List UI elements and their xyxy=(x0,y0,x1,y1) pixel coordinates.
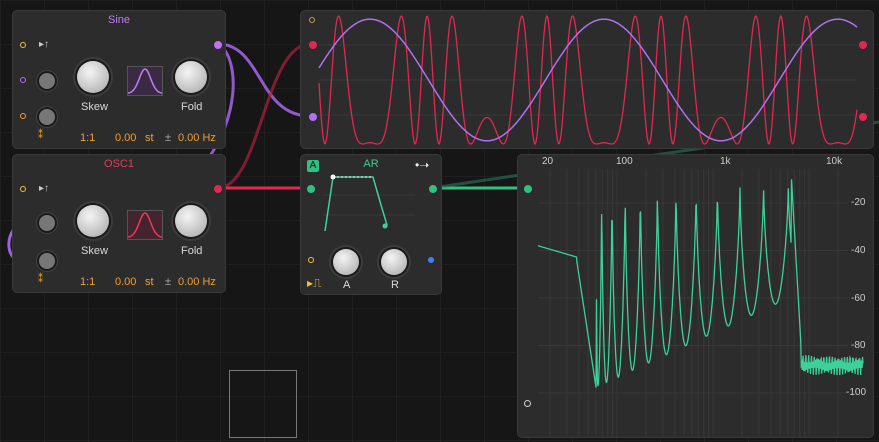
sine-mod-knob-1[interactable] xyxy=(39,73,55,89)
sine-semitone-value[interactable]: 0.00 xyxy=(115,132,136,144)
scope-input-purple[interactable] xyxy=(309,113,317,121)
osc1-hz-offset-value[interactable]: 0.00 Hz xyxy=(178,276,216,288)
osc1-fold-label: Fold xyxy=(181,245,203,257)
osc1-ratio-value[interactable]: 1:1 xyxy=(80,276,95,288)
osc1-retrigger-icon[interactable]: ▸↑ xyxy=(39,183,49,194)
sine-ratio-value[interactable]: 1:1 xyxy=(80,132,95,144)
osc1-skew-label: Skew xyxy=(81,245,108,257)
spectrum-db-tick: -100 xyxy=(846,387,867,398)
spectrum-input-port[interactable] xyxy=(524,185,532,193)
osc1-pm-symbol: ± xyxy=(165,276,172,288)
sine-input-port-1[interactable] xyxy=(20,42,26,48)
spectrum-db-tick: -40 xyxy=(851,245,866,256)
ar-gate-input[interactable] xyxy=(307,185,315,193)
spectrum-freq-tick: 1k xyxy=(720,156,731,167)
osc1-waveform-preview xyxy=(127,210,163,240)
sine-skew-knob[interactable] xyxy=(77,61,109,93)
retrigger-icon[interactable]: ▸↑ xyxy=(39,39,49,50)
spectrum-aux-port[interactable] xyxy=(524,400,531,407)
oscilloscope-display xyxy=(318,14,858,146)
spectrum-freq-tick: 100 xyxy=(616,156,633,167)
sine-input-port-3[interactable] xyxy=(20,113,26,119)
spectrum-freq-tick: 10k xyxy=(826,156,843,167)
sine-semitone-unit: st xyxy=(145,132,154,144)
ar-output-port[interactable] xyxy=(429,185,437,193)
sine-pitch-icon[interactable]: ⁑ xyxy=(38,130,43,141)
sine-output-port[interactable] xyxy=(214,41,222,49)
empty-selection-box[interactable] xyxy=(229,370,297,438)
sine-input-port-2[interactable] xyxy=(20,77,26,83)
ar-mod-port-blue[interactable] xyxy=(428,257,434,263)
sine-oscillator-module[interactable]: Sine ▸↑ Skew Fold ⁑ 1:1 0.00 st ± 0.00 H… xyxy=(12,10,226,149)
osc1-pitch-icon[interactable]: ⁑ xyxy=(38,274,43,285)
osc1-mod-knob-1[interactable] xyxy=(39,215,55,231)
spectrum-db-tick: -20 xyxy=(851,197,866,208)
ar-envelope-module[interactable]: A AR •➝ A R ▸⎍ xyxy=(300,154,442,295)
osc1-input-port-1[interactable] xyxy=(20,186,26,192)
scope-trigger-port[interactable] xyxy=(309,17,315,23)
ar-output-arrow-icon[interactable]: •➝ xyxy=(415,158,429,172)
spectrum-db-tick: -60 xyxy=(851,293,866,304)
spectrum-analyzer-module[interactable]: 20 100 1k 10k -20 -40 -60 -80 -100 xyxy=(517,154,874,438)
ar-mod-port-yellow[interactable] xyxy=(308,257,314,263)
osc1-module-title: OSC1 xyxy=(104,158,134,170)
spectrum-freq-tick: 20 xyxy=(542,156,554,167)
sine-module-title: Sine xyxy=(107,14,131,26)
ar-attack-knob[interactable] xyxy=(333,249,359,275)
osc1-output-port[interactable] xyxy=(214,185,222,193)
sine-pm-symbol: ± xyxy=(165,132,172,144)
osc1-module[interactable]: OSC1 ▸↑ Skew Fold ⁑ 1:1 0.00 st ± 0.00 H… xyxy=(12,154,226,293)
ar-envelope-display xyxy=(323,174,415,232)
osc1-semitone-value[interactable]: 0.00 xyxy=(115,276,136,288)
scope-output-red-1[interactable] xyxy=(859,41,867,49)
oscilloscope-module[interactable] xyxy=(300,10,874,149)
scope-input-red[interactable] xyxy=(309,41,317,49)
spectrum-db-tick: -80 xyxy=(851,340,866,351)
sine-skew-label: Skew xyxy=(81,101,108,113)
sine-fold-label: Fold xyxy=(181,101,203,113)
osc1-semitone-unit: st xyxy=(145,276,154,288)
osc1-skew-knob[interactable] xyxy=(77,205,109,237)
sine-mod-knob-2[interactable] xyxy=(39,109,55,125)
gate-pulse-icon[interactable]: ▸⎍ xyxy=(307,276,321,291)
sine-waveform-preview xyxy=(127,66,163,96)
ar-release-label: R xyxy=(391,279,399,291)
spectrum-display xyxy=(537,169,864,437)
sine-hz-offset-value[interactable]: 0.00 Hz xyxy=(178,132,216,144)
ar-attack-label: A xyxy=(343,279,351,291)
sine-fold-knob[interactable] xyxy=(175,61,207,93)
ar-release-knob[interactable] xyxy=(381,249,407,275)
osc1-mod-knob-2[interactable] xyxy=(39,253,55,269)
scope-output-red-2[interactable] xyxy=(859,113,867,121)
osc1-fold-knob[interactable] xyxy=(175,205,207,237)
